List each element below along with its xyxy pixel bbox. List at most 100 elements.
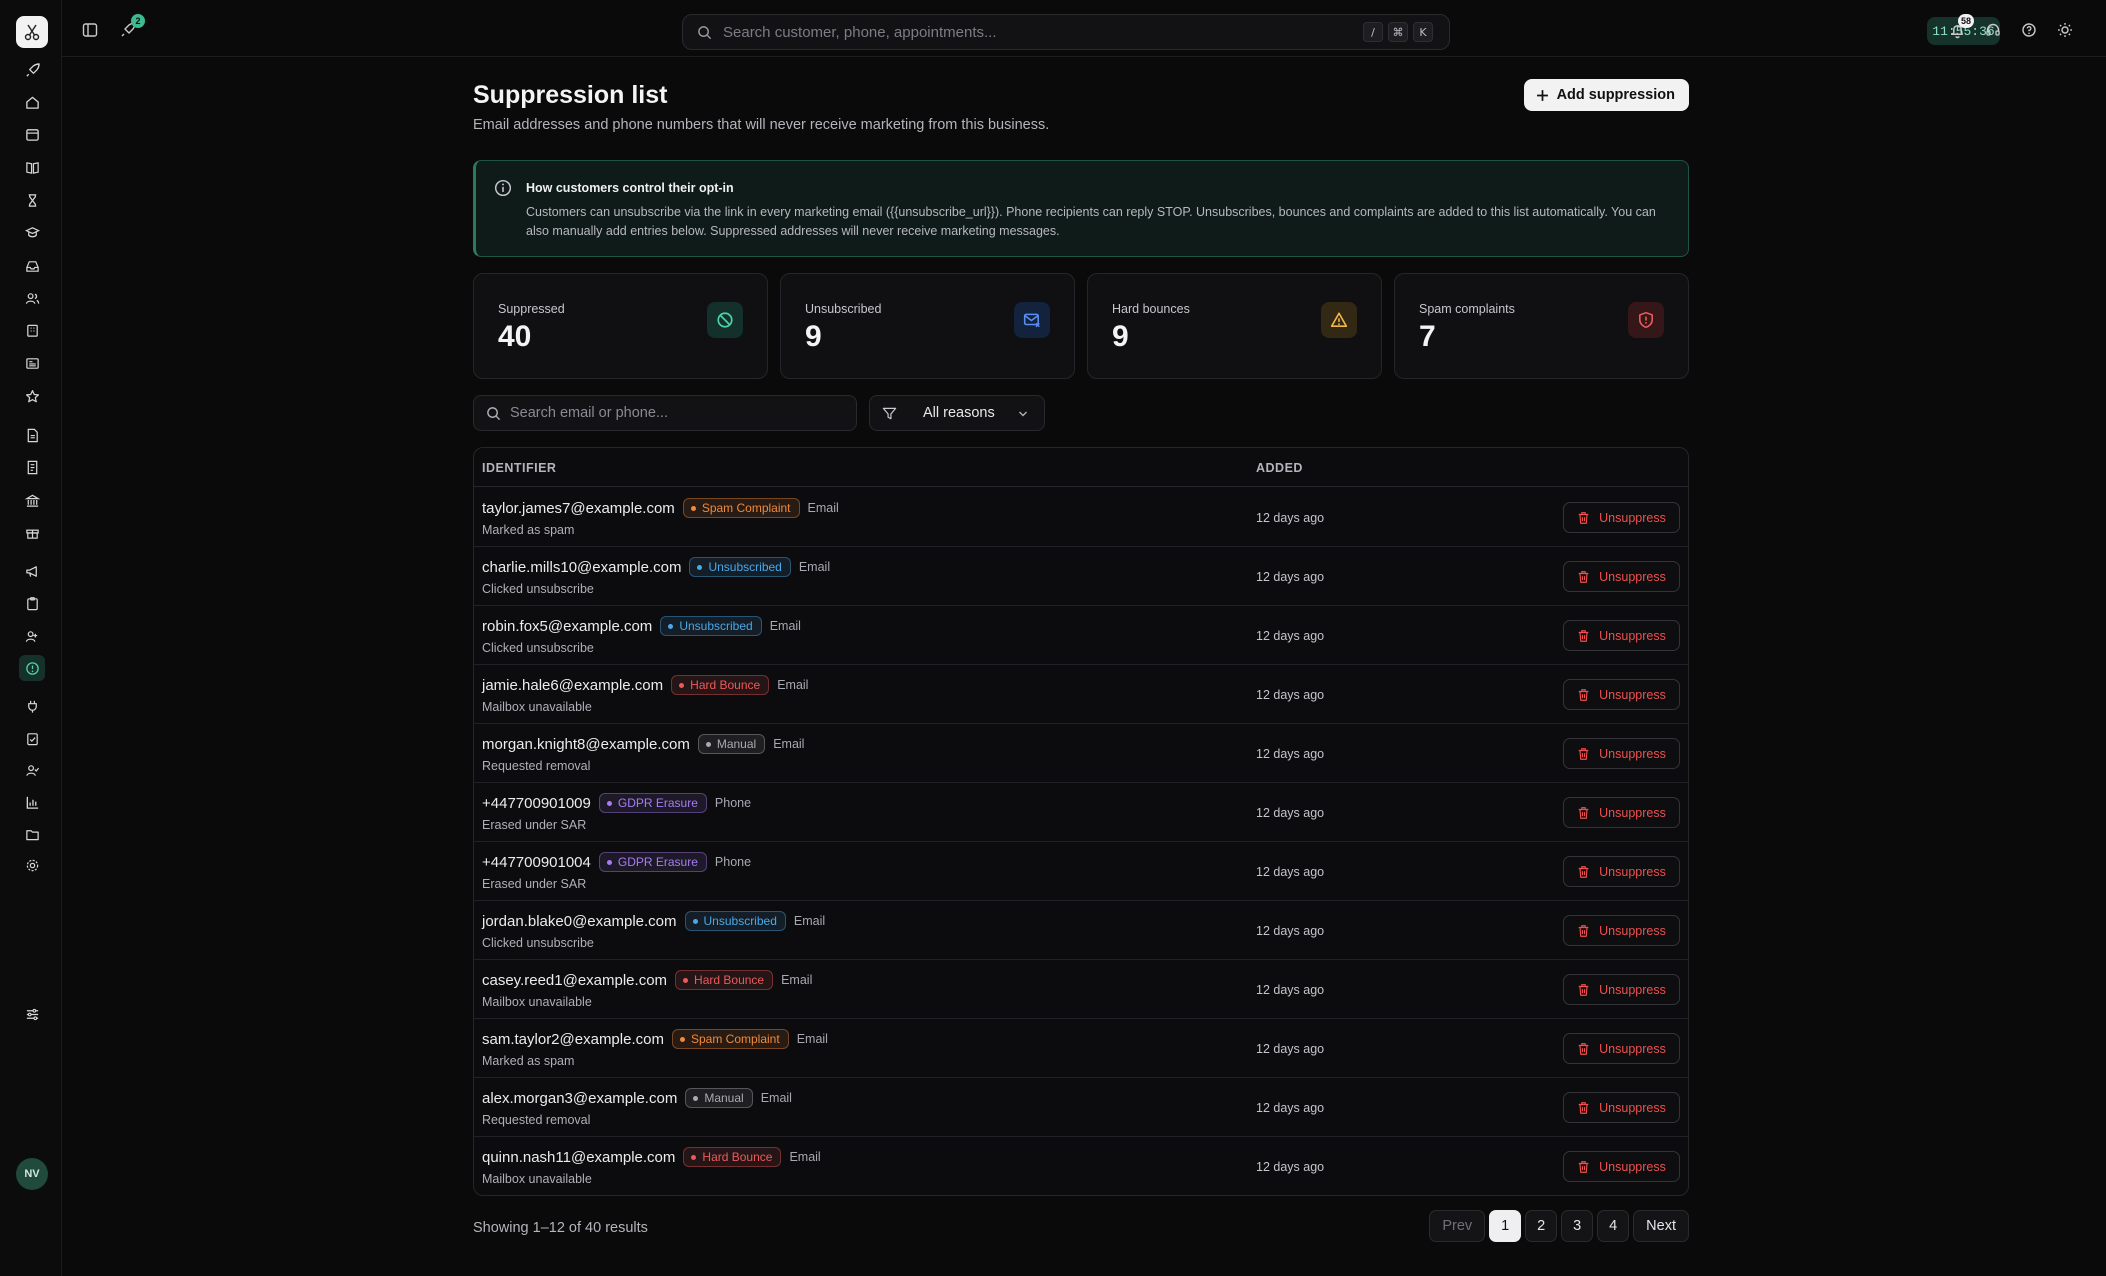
sidebar-item-user-check[interactable]	[19, 757, 45, 783]
unsuppress-button[interactable]: Unsuppress	[1563, 561, 1680, 592]
unsuppress-button[interactable]: Unsuppress	[1563, 1033, 1680, 1064]
help-button[interactable]	[2017, 18, 2041, 42]
identifier-line: jamie.hale6@example.com Hard Bounce Email	[482, 675, 808, 695]
page-button-3[interactable]: 3	[1561, 1210, 1594, 1242]
sidebar-item-bank[interactable]	[19, 487, 45, 513]
sidebar-item-suppression[interactable]	[19, 655, 45, 681]
sidebar-item-file-text[interactable]	[19, 422, 45, 448]
reason-badge: Manual	[697, 734, 766, 754]
table-row: charlie.mills10@example.com Unsubscribed E…	[474, 547, 1688, 606]
unsuppress-button[interactable]: Unsuppress	[1563, 974, 1680, 1005]
global-search-input[interactable]	[723, 15, 1323, 49]
unsuppress-button[interactable]: Unsuppress	[1563, 1151, 1680, 1182]
channel: Email	[777, 678, 809, 692]
suppression-search-input[interactable]	[510, 396, 840, 430]
avatar[interactable]: NV	[16, 1158, 48, 1190]
sidebar-item-receipt[interactable]	[19, 454, 45, 480]
next-page-button[interactable]: Next	[1633, 1210, 1689, 1242]
page-button-2[interactable]: 2	[1525, 1210, 1558, 1242]
support-button[interactable]	[1981, 18, 2005, 42]
sidebar-item-book[interactable]	[19, 154, 45, 180]
column-header-identifier[interactable]: IDENTIFIER	[482, 461, 556, 475]
reason-label: Manual	[704, 1091, 744, 1105]
stat-label: Spam complaints	[1419, 302, 1515, 316]
unsuppress-button[interactable]: Unsuppress	[1563, 620, 1680, 651]
reason-label: Hard Bounce	[690, 678, 761, 692]
notifications-button[interactable]: 58	[1945, 14, 1974, 42]
trash-icon	[1578, 1160, 1589, 1173]
sidebar-item-clipboard[interactable]	[19, 590, 45, 616]
stat-value: 40	[498, 320, 532, 353]
sidebar-item-users[interactable]	[19, 285, 45, 311]
column-header-added[interactable]: ADDED	[1256, 461, 1303, 475]
unsuppress-button[interactable]: Unsuppress	[1563, 856, 1680, 887]
identifier: casey.reed1@example.com	[482, 971, 668, 989]
trash-icon	[1578, 806, 1589, 819]
channel: Email	[773, 737, 805, 751]
sidebar-item-sliders[interactable]	[19, 1001, 45, 1027]
reason-dot	[691, 1154, 697, 1160]
sidebar-item-folder[interactable]	[19, 821, 45, 847]
trash-icon	[1578, 1101, 1589, 1114]
book-icon	[25, 161, 39, 174]
toggle-sidebar-button[interactable]	[78, 18, 102, 42]
add-suppression-button[interactable]: Add suppression	[1523, 79, 1689, 111]
sidebar-item-integrations[interactable]	[19, 693, 45, 719]
unsuppress-button[interactable]: Unsuppress	[1563, 738, 1680, 769]
sidebar-item-settings[interactable]	[19, 852, 45, 878]
sidebar-item-rocket[interactable]	[19, 57, 45, 83]
trash-icon	[1578, 629, 1589, 642]
prev-page-button[interactable]: Prev	[1429, 1210, 1486, 1242]
channel: Email	[793, 914, 826, 928]
sidebar-item-newspaper[interactable]	[19, 350, 45, 376]
identifier-line: casey.reed1@example.com Hard Bounce Email	[482, 970, 812, 990]
global-search[interactable]: / ⌘ K	[682, 14, 1450, 50]
app-logo[interactable]	[16, 16, 48, 48]
sidebar-item-home[interactable]	[19, 89, 45, 115]
info-title: How customers control their opt-in	[526, 181, 734, 195]
stat-value: 7	[1419, 320, 1436, 353]
clipboard-icon	[26, 596, 38, 610]
sidebar-item-gift[interactable]	[19, 519, 45, 545]
reason-filter-select[interactable]: All reasons	[869, 395, 1045, 431]
page-button-4[interactable]: 4	[1597, 1210, 1630, 1242]
topbar: 2 / ⌘ K 11:55:36 58	[62, 0, 2106, 57]
sidebar-item-clipboard-check[interactable]	[19, 725, 45, 751]
unsuppress-label: Unsuppress	[1599, 1041, 1666, 1056]
theme-toggle-button[interactable]	[2053, 18, 2077, 42]
rocket-button[interactable]: 2	[116, 14, 145, 42]
headset-icon	[1986, 23, 2000, 36]
unsuppress-button[interactable]: Unsuppress	[1563, 797, 1680, 828]
sidebar-item-graduation-cap[interactable]	[19, 219, 45, 245]
table-row: taylor.james7@example.com Spam Complaint E…	[474, 488, 1688, 547]
added-date: 12 days ago	[1256, 1160, 1325, 1174]
reason-note: Mailbox unavailable	[482, 700, 592, 714]
unsuppress-button[interactable]: Unsuppress	[1563, 1092, 1680, 1123]
reason-label: Spam Complaint	[701, 501, 791, 515]
unsuppress-button[interactable]: Unsuppress	[1563, 915, 1680, 946]
unsuppress-button[interactable]: Unsuppress	[1563, 502, 1680, 533]
inbox-icon	[25, 260, 39, 272]
panel-left-icon	[82, 23, 98, 37]
added-date: 12 days ago	[1256, 688, 1325, 702]
star-icon	[25, 389, 39, 402]
stat-value: 9	[1112, 320, 1129, 353]
users-icon	[25, 292, 39, 304]
identifier-line: alex.morgan3@example.com Manual Email	[482, 1088, 792, 1108]
page-button-1[interactable]: 1	[1489, 1210, 1522, 1242]
unsuppress-button[interactable]: Unsuppress	[1563, 679, 1680, 710]
hourglass-icon	[28, 193, 36, 207]
channel: Email	[798, 560, 831, 574]
sidebar-item-hourglass[interactable]	[19, 187, 45, 213]
graduation-cap-icon	[24, 226, 40, 237]
sidebar-item-star[interactable]	[19, 383, 45, 409]
ban-icon	[707, 302, 743, 338]
sidebar-item-team[interactable]	[19, 623, 45, 649]
page-subtitle: Email addresses and phone numbers that w…	[473, 117, 1050, 133]
sidebar-item-building[interactable]	[19, 317, 45, 343]
sidebar-item-bar-chart[interactable]	[19, 789, 45, 815]
sidebar-item-inbox[interactable]	[19, 253, 45, 279]
suppression-search[interactable]	[473, 395, 857, 431]
sidebar-item-megaphone[interactable]	[19, 558, 45, 584]
sidebar-item-calendar[interactable]	[19, 121, 45, 147]
